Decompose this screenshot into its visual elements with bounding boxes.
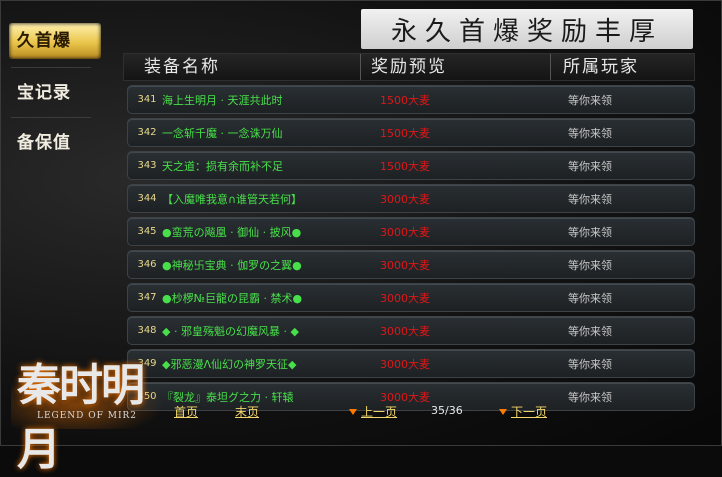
reward-amount: 3000大麦 <box>380 192 430 206</box>
reward-amount: 3000大麦 <box>380 357 430 371</box>
equipment-name: ●杪椤№巨龍の昆霸 · 禁术● <box>162 291 303 305</box>
prev-page-link[interactable]: 上一页 <box>361 403 397 420</box>
table-row[interactable]: 348 ◆ · 邪皇殇魁の幻魔风暴 · ◆ 3000大麦 等你来领 <box>127 316 695 345</box>
tab-first-drop[interactable]: 久首爆 <box>9 23 101 59</box>
equipment-name: ◆邪恶漫Λ仙幻の神罗天征◆ <box>162 357 297 371</box>
row-number: 341 <box>137 94 157 105</box>
equipment-name: 【入魔唯我意∩谁管天若何】 <box>162 192 303 206</box>
row-number: 343 <box>137 160 157 171</box>
table-header: 装备名称 奖励预览 所属玩家 <box>123 53 695 81</box>
header-reward-preview: 奖励预览 <box>360 54 550 80</box>
owner-status: 等你来领 <box>568 192 612 206</box>
table-rows: 341 海上生明月 · 天涯共此时 1500大麦 等你来领 342 一念斩千魔 · 一念诛… <box>123 85 695 411</box>
tab-divider <box>11 67 91 68</box>
reward-amount: 1500大麦 <box>380 93 430 107</box>
table-row[interactable]: 344 【入魔唯我意∩谁管天若何】 3000大麦 等你来领 <box>127 184 695 213</box>
owner-status: 等你来领 <box>568 159 612 173</box>
table-row[interactable]: 342 一念斩千魔 · 一念诛万仙 1500大麦 等你来领 <box>127 118 695 147</box>
row-number: 348 <box>137 325 157 336</box>
owner-status: 等你来领 <box>568 258 612 272</box>
owner-status: 等你来领 <box>568 291 612 305</box>
owner-status: 等你来领 <box>568 357 612 371</box>
table-row[interactable]: 341 海上生明月 · 天涯共此时 1500大麦 等你来领 <box>127 85 695 114</box>
header-owner: 所属玩家 <box>550 54 694 80</box>
game-panel: 久首爆 宝记录 备保值 永久首爆奖励丰厚 装备名称 奖励预览 所属玩家 341 海… <box>0 0 722 475</box>
row-number: 345 <box>137 226 157 237</box>
row-number: 346 <box>137 259 157 270</box>
equipment-name: ●蛮荒の飚凰 · 御仙 · 披风● <box>162 225 302 239</box>
owner-status: 等你来领 <box>568 225 612 239</box>
rewards-table: 装备名称 奖励预览 所属玩家 341 海上生明月 · 天涯共此时 1500大麦 等你来… <box>123 53 695 415</box>
owner-status: 等你来领 <box>568 324 612 338</box>
reward-amount: 3000大麦 <box>380 258 430 272</box>
banner-title: 永久首爆奖励丰厚 <box>361 9 693 49</box>
header-equipment-name: 装备名称 <box>144 57 220 77</box>
tab-divider <box>11 117 91 118</box>
page-indicator: 35/36 <box>431 404 463 417</box>
pagination: 首页 末页 上一页 35/36 下一页 <box>1 403 722 421</box>
reward-amount: 3000大麦 <box>380 225 430 239</box>
tab-treasure-record[interactable]: 宝记录 <box>9 75 101 111</box>
equipment-name: 天之道：损有余而补不足 <box>162 159 283 173</box>
row-number: 344 <box>137 193 157 204</box>
table-row[interactable]: 349 ◆邪恶漫Λ仙幻の神罗天征◆ 3000大麦 等你来领 <box>127 349 695 378</box>
owner-status: 等你来领 <box>568 126 612 140</box>
arrow-down-icon <box>349 409 357 415</box>
row-number: 342 <box>137 127 157 138</box>
table-row[interactable]: 346 ●神秘卐宝典 · 伽罗の之翼● 3000大麦 等你来领 <box>127 250 695 279</box>
last-page-link[interactable]: 末页 <box>235 403 259 420</box>
equipment-name: ●神秘卐宝典 · 伽罗の之翼● <box>162 258 302 272</box>
next-page-link[interactable]: 下一页 <box>511 403 547 420</box>
owner-status: 等你来领 <box>568 93 612 107</box>
reward-amount: 3000大麦 <box>380 324 430 338</box>
reward-amount: 3000大麦 <box>380 291 430 305</box>
table-row[interactable]: 343 天之道：损有余而补不足 1500大麦 等你来领 <box>127 151 695 180</box>
equipment-name: 一念斩千魔 · 一念诛万仙 <box>162 126 283 140</box>
first-page-link[interactable]: 首页 <box>174 403 198 420</box>
row-number: 347 <box>137 292 157 303</box>
tab-equipment-value[interactable]: 备保值 <box>9 125 101 161</box>
equipment-name: 海上生明月 · 天涯共此时 <box>162 93 283 107</box>
arrow-down-icon <box>499 409 507 415</box>
equipment-name: ◆ · 邪皇殇魁の幻魔风暴 · ◆ <box>162 324 299 338</box>
table-row[interactable]: 347 ●杪椤№巨龍の昆霸 · 禁术● 3000大麦 等你来领 <box>127 283 695 312</box>
reward-amount: 1500大麦 <box>380 126 430 140</box>
table-row[interactable]: 345 ●蛮荒の飚凰 · 御仙 · 披风● 3000大麦 等你来领 <box>127 217 695 246</box>
reward-amount: 1500大麦 <box>380 159 430 173</box>
